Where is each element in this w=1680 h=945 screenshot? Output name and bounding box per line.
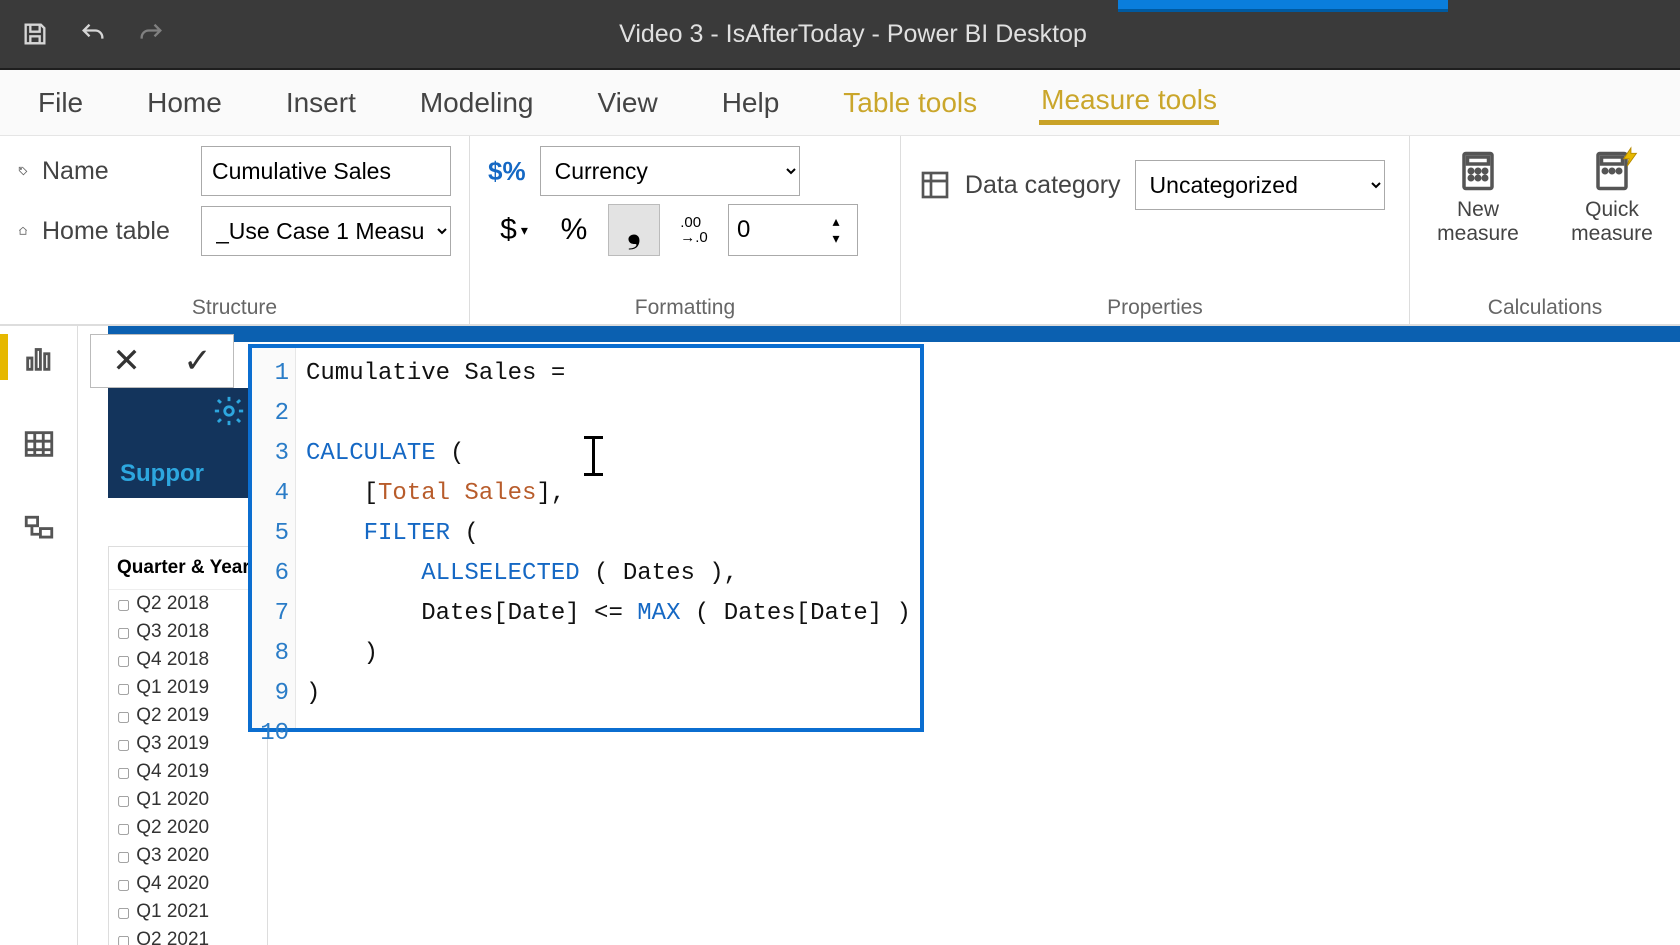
thousands-separator-button[interactable]: ❟ xyxy=(608,204,660,256)
measure-name-input[interactable] xyxy=(201,146,451,196)
currency-button[interactable]: $▾ xyxy=(488,204,540,256)
tab-measure-tools[interactable]: Measure tools xyxy=(1039,80,1219,125)
undo-icon[interactable] xyxy=(78,19,108,49)
redo-icon[interactable] xyxy=(136,19,166,49)
tab-modeling[interactable]: Modeling xyxy=(418,83,536,123)
line-number: 8 xyxy=(252,634,289,674)
slicer-item[interactable]: Q1 2019 xyxy=(109,674,267,702)
data-category-select[interactable]: Uncategorized xyxy=(1135,160,1385,210)
slicer-item[interactable]: Q3 2018 xyxy=(109,618,267,646)
gear-icon xyxy=(212,394,246,435)
spin-up[interactable]: ▴ xyxy=(819,213,853,230)
ribbon-tabs: File Home Insert Modeling View Help Tabl… xyxy=(0,70,1680,136)
text-cursor-icon xyxy=(592,438,595,474)
slicer-item[interactable]: Q3 2020 xyxy=(109,842,267,870)
line-number: 1 xyxy=(252,354,289,394)
group-calculations-label: Calculations xyxy=(1428,290,1662,320)
home-table-select[interactable]: _Use Case 1 Measu... xyxy=(201,206,451,256)
work-area: ✕ ✓ Suppor Quarter & Year Q2 2018Q3 2018… xyxy=(0,326,1680,945)
line-number: 3 xyxy=(252,434,289,474)
slicer-item[interactable]: Q2 2019 xyxy=(109,702,267,730)
slicer-item[interactable]: Q4 2019 xyxy=(109,758,267,786)
tab-insert[interactable]: Insert xyxy=(284,83,358,123)
report-view-icon[interactable] xyxy=(19,338,59,378)
format-icon: $% xyxy=(488,156,526,187)
new-measure-button[interactable]: New measure xyxy=(1428,150,1528,246)
decimal-places-spinner[interactable]: ▴ ▾ xyxy=(728,204,858,256)
tab-help[interactable]: Help xyxy=(720,83,782,123)
model-view-icon[interactable] xyxy=(19,510,59,550)
slicer-item[interactable]: Q1 2021 xyxy=(109,898,267,926)
slicer-item[interactable]: Q4 2020 xyxy=(109,870,267,898)
cancel-formula-button[interactable]: ✕ xyxy=(91,335,162,387)
tab-home[interactable]: Home xyxy=(145,83,224,123)
data-category-label: Data category xyxy=(965,171,1121,200)
spin-down[interactable]: ▾ xyxy=(819,230,853,247)
percent-button[interactable]: % xyxy=(548,204,600,256)
line-number: 5 xyxy=(252,514,289,554)
save-icon[interactable] xyxy=(20,19,50,49)
home-icon xyxy=(18,217,28,245)
slicer-item[interactable]: Q2 2021 xyxy=(109,926,267,945)
line-number: 10 xyxy=(252,714,289,754)
code-area[interactable]: Cumulative Sales = CALCULATE ( [Total Sa… xyxy=(296,348,920,728)
line-number: 4 xyxy=(252,474,289,514)
slicer-item[interactable]: Q4 2018 xyxy=(109,646,267,674)
tab-table-tools[interactable]: Table tools xyxy=(841,83,979,123)
format-select[interactable]: Currency xyxy=(540,146,800,196)
line-number-gutter: 12345678910 xyxy=(252,348,296,728)
group-formatting-label: Formatting xyxy=(488,290,882,320)
tab-file[interactable]: File xyxy=(36,83,85,123)
commit-formula-button[interactable]: ✓ xyxy=(162,335,233,387)
line-number: 2 xyxy=(252,394,289,434)
support-video-tile[interactable]: Suppor xyxy=(108,388,268,498)
tab-view[interactable]: View xyxy=(596,83,660,123)
support-label: Suppor xyxy=(120,460,204,488)
left-nav-rail xyxy=(0,326,78,945)
formula-bar-strip xyxy=(108,326,1680,342)
slicer-item[interactable]: Q2 2018 xyxy=(109,590,267,618)
group-properties-label: Properties xyxy=(919,290,1391,320)
quarter-year-slicer[interactable]: Quarter & Year Q2 2018Q3 2018Q4 2018Q1 2… xyxy=(108,546,268,945)
line-number: 9 xyxy=(252,674,289,714)
tag-icon xyxy=(18,157,28,185)
data-view-icon[interactable] xyxy=(19,424,59,464)
new-measure-label: New measure xyxy=(1428,198,1528,246)
group-structure-label: Structure xyxy=(18,290,451,320)
ribbon: Name Home table _Use Case 1 Measu... Str… xyxy=(0,136,1680,326)
name-label: Name xyxy=(42,157,187,186)
slicer-item[interactable]: Q2 2020 xyxy=(109,814,267,842)
calculator-icon xyxy=(1455,150,1501,192)
decimal-places-icon[interactable]: .00→.0 xyxy=(668,204,720,256)
decimal-places-input[interactable] xyxy=(729,210,819,250)
home-table-label: Home table xyxy=(42,217,187,246)
line-number: 6 xyxy=(252,554,289,594)
slicer-item[interactable]: Q1 2020 xyxy=(109,786,267,814)
data-category-icon xyxy=(919,169,951,201)
top-highlight-bar xyxy=(1118,0,1448,12)
quick-measure-button[interactable]: Quick measure xyxy=(1562,150,1662,246)
formula-confirm-box: ✕ ✓ xyxy=(90,334,234,388)
quick-calculator-icon xyxy=(1589,150,1635,192)
slicer-item[interactable]: Q3 2019 xyxy=(109,730,267,758)
accent-bar xyxy=(0,334,8,380)
quick-measure-label: Quick measure xyxy=(1562,198,1662,246)
slicer-header: Quarter & Year xyxy=(109,547,267,590)
line-number: 7 xyxy=(252,594,289,634)
dax-formula-editor[interactable]: 12345678910 Cumulative Sales = CALCULATE… xyxy=(248,344,924,732)
window-title: Video 3 - IsAfterToday - Power BI Deskto… xyxy=(166,20,1540,49)
